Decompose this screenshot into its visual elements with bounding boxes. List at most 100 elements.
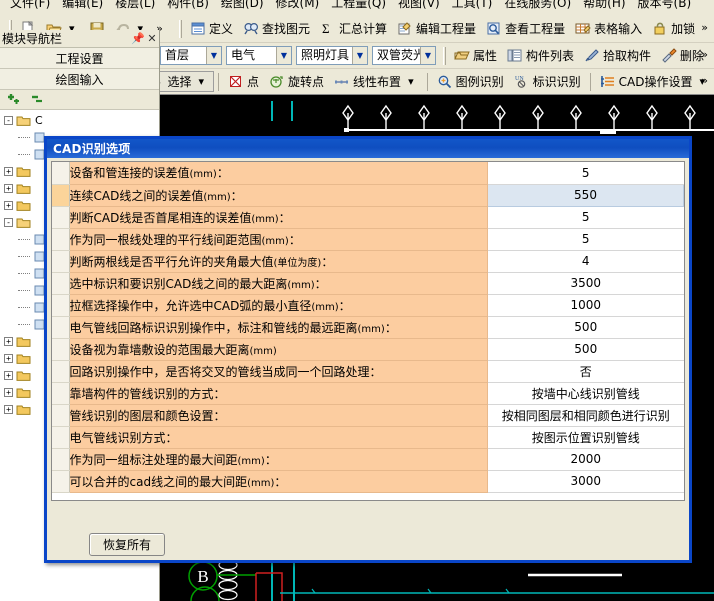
option-value-cell[interactable]: 3500 (487, 272, 684, 295)
menu-item-10[interactable]: 在线服务(O) (498, 0, 577, 9)
table-row[interactable]: 回路识别操作中，是否将交叉的管线当成同一个回路处理：否 (52, 360, 684, 383)
toolbar-button-point[interactable]: 点 (223, 72, 264, 91)
chevron-down-icon[interactable]: ▾ (194, 75, 208, 88)
table-row[interactable]: 管线识别的图层和颜色设置： 按相同图层和相同颜色进行识别 (52, 404, 684, 427)
menu-item-8[interactable]: 视图(V) (392, 0, 446, 9)
toolbar-button-legend-recognition[interactable]: 图例识别 (432, 72, 509, 91)
row-selector[interactable] (52, 382, 70, 405)
draw-toolbar-overflow[interactable]: » (697, 74, 712, 87)
toolbar-grip-2[interactable] (179, 19, 182, 38)
component-toolbar-overflow[interactable]: » (697, 48, 712, 61)
row-selector[interactable] (52, 294, 70, 317)
menu-item-4[interactable]: 构件(B) (161, 0, 215, 9)
collapse-node-icon[interactable]: - (4, 218, 13, 227)
option-value-cell[interactable]: 2000 (487, 448, 684, 471)
toolbar-button-view-quantity[interactable]: 查看工程量 (481, 19, 570, 38)
table-row[interactable]: 拉框选择操作中，允许选中CAD弧的最小直径(mm)： 1000 (52, 294, 684, 317)
option-value-cell[interactable]: 500 (487, 338, 684, 361)
component-combo[interactable]: 双管荧光▼ (372, 46, 436, 65)
pin-icon[interactable]: 📌 (131, 32, 145, 45)
option-value-cell[interactable]: 5 (487, 162, 684, 185)
option-value-cell[interactable]: 按相同图层和相同颜色进行识别 (487, 404, 684, 427)
row-selector[interactable] (52, 162, 70, 185)
row-selector[interactable] (52, 228, 70, 251)
menu-item-5[interactable]: 绘图(D) (215, 0, 270, 9)
floor-combo[interactable]: 首层 ▼ (160, 46, 222, 65)
expand-node-icon[interactable]: + (4, 201, 13, 210)
toolbar-button-table-input[interactable]: 表格输入 (570, 19, 647, 38)
dialog-title-bar[interactable]: CAD识别选项 (47, 139, 689, 158)
expand-node-icon[interactable]: + (4, 354, 13, 363)
chevron-down-icon[interactable]: ▼ (420, 47, 435, 64)
menu-item-1[interactable]: 文件(F) (4, 0, 56, 9)
expand-all-icon[interactable] (6, 92, 22, 107)
menu-item-7[interactable]: 工程量(Q) (325, 0, 392, 9)
expand-node-icon[interactable]: + (4, 167, 13, 176)
toolbar-button-pick-component[interactable]: 拾取构件 (579, 46, 656, 65)
option-value-cell[interactable]: 5 (487, 228, 684, 251)
row-selector[interactable] (52, 426, 70, 449)
toolbar-button-define[interactable]: 定义 (185, 19, 238, 38)
toolbar-grip-3[interactable] (443, 46, 446, 65)
option-value-cell[interactable]: 5 (487, 206, 684, 229)
toolbar-button-linear-layout[interactable]: 线性布置 ▾ (329, 72, 423, 91)
toolbar-button-edit-quantity[interactable]: 编辑工程量 (392, 19, 481, 38)
row-selector[interactable] (52, 316, 70, 339)
tree-item[interactable]: -C (0, 112, 159, 129)
toolbar-button-cad-operation-settings[interactable]: CAD操作设置 ▾ (595, 72, 714, 91)
toolbar-button-find-element[interactable]: 查找图元 (238, 19, 315, 38)
option-value-cell[interactable]: 1000 (487, 294, 684, 317)
option-value-cell[interactable]: 否 (487, 360, 684, 383)
menu-item-3[interactable]: 楼层(L) (109, 0, 161, 9)
collapse-all-icon[interactable] (30, 92, 46, 107)
expand-node-icon[interactable]: + (4, 405, 13, 414)
menu-item-6[interactable]: 修改(M) (270, 0, 326, 9)
close-icon[interactable]: ✕ (145, 32, 159, 45)
chevron-down-icon[interactable]: ▼ (206, 47, 221, 64)
table-row[interactable]: 靠墙构件的管线识别的方式： 按墙中心线识别管线 (52, 382, 684, 405)
chevron-down-icon[interactable]: ▼ (352, 47, 367, 64)
row-selector[interactable] (52, 206, 70, 229)
table-row[interactable]: 设备视为靠墙敷设的范围最大距离(mm) 500 (52, 338, 684, 361)
expand-node-icon[interactable]: + (4, 388, 13, 397)
menu-item-9[interactable]: 工具(T) (446, 0, 499, 9)
table-row[interactable]: 选中标识和要识别CAD线之间的最大距离(mm)： 3500 (52, 272, 684, 295)
row-selector[interactable] (52, 470, 70, 493)
menu-item-12[interactable]: 版本号(B) (632, 0, 698, 9)
option-value-cell[interactable]: 550 (487, 183, 684, 207)
chevron-down-icon[interactable]: ▼ (276, 47, 291, 64)
menu-item-2[interactable]: 编辑(E) (56, 0, 109, 9)
row-selector[interactable] (52, 338, 70, 361)
option-value-cell[interactable]: 500 (487, 316, 684, 339)
menu-item-11[interactable]: 帮助(H) (577, 0, 631, 9)
toolbar-button-mark-recognition[interactable]: UN 标识识别 (509, 72, 586, 91)
row-selector[interactable] (52, 448, 70, 471)
row-selector[interactable] (52, 404, 70, 427)
row-selector[interactable] (52, 360, 70, 383)
option-value-cell[interactable]: 4 (487, 250, 684, 273)
discipline-combo[interactable]: 电气 ▼ (226, 46, 292, 65)
table-row[interactable]: 可以合并的cad线之间的最大间距(mm)： 3000 (52, 470, 684, 493)
table-row[interactable]: 连续CAD线之间的误差值(mm)： 550 (52, 183, 684, 207)
sidebar-item-drawing-input[interactable]: 绘图输入 (0, 69, 159, 90)
option-value-cell[interactable]: 按墙中心线识别管线 (487, 382, 684, 405)
toolbar-button-properties[interactable]: 属性 (449, 46, 502, 65)
expand-node-icon[interactable]: + (4, 371, 13, 380)
table-row[interactable]: 电气管线识别方式： 按图示位置识别管线 (52, 426, 684, 449)
option-value-cell[interactable]: 按图示位置识别管线 (487, 426, 684, 449)
row-selector[interactable] (52, 250, 70, 273)
table-row[interactable]: 电气管线回路标识识别操作中，标注和管线的最远距离(mm)： 500 (52, 316, 684, 339)
main-toolbar-overflow[interactable]: » (697, 21, 712, 34)
collapse-node-icon[interactable]: - (4, 116, 13, 125)
toolbar-button-component-list[interactable]: 构件列表 (502, 46, 579, 65)
toolbar-button-sigma[interactable]: Σ 汇总计算 (315, 19, 392, 38)
row-selector[interactable] (52, 184, 70, 207)
row-selector[interactable] (52, 272, 70, 295)
toolbar-button-lock[interactable]: 加锁 (647, 19, 700, 38)
sidebar-item-project-settings[interactable]: 工程设置 (0, 48, 159, 69)
chevron-down-icon[interactable]: ▾ (404, 75, 418, 88)
table-row[interactable]: 设备和管连接的误差值(mm)： 5 (52, 162, 684, 185)
table-row[interactable]: 作为同一组标注处理的最大间距(mm)： 2000 (52, 448, 684, 471)
component-type-combo[interactable]: 照明灯具 ▼ (296, 46, 368, 65)
option-value-cell[interactable]: 3000 (487, 470, 684, 493)
